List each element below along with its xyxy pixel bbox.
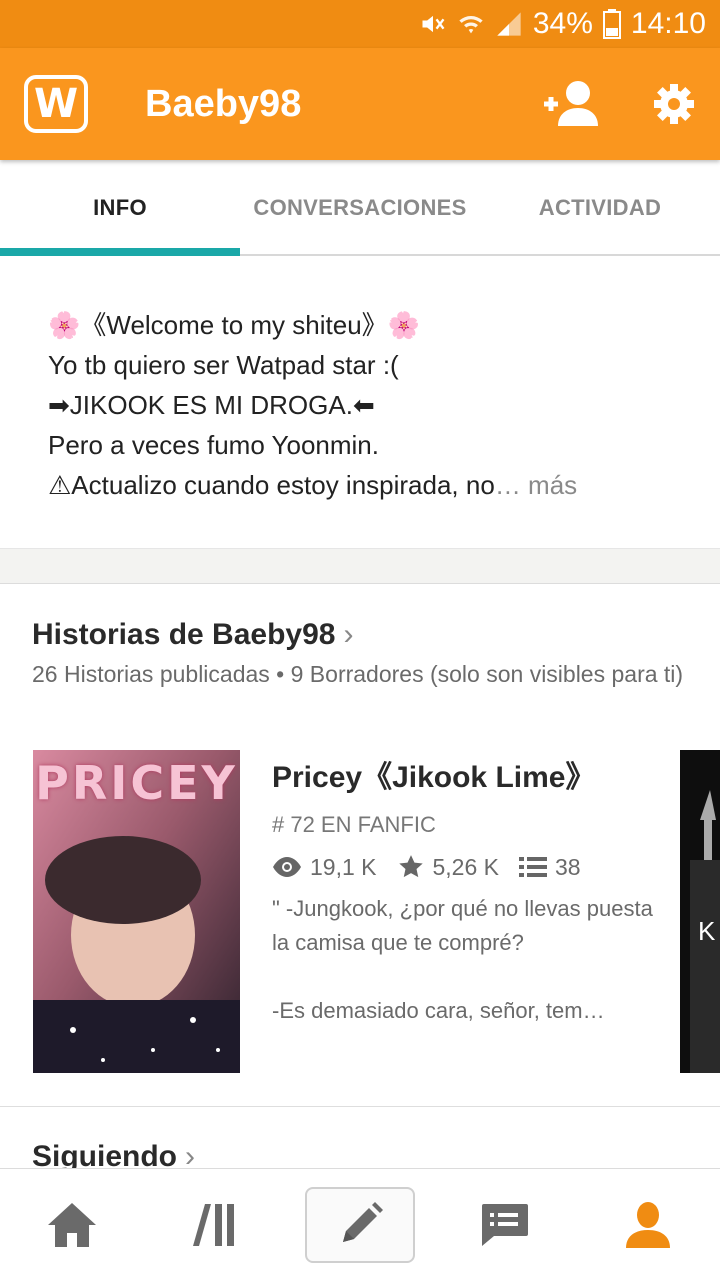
profile-tabs: INFO CONVERSACIONES ACTIVIDAD [0,160,720,256]
star-icon [398,855,423,878]
bio-line: Yo tb quiero ser Watpad star :( [48,350,399,380]
section-separator [0,548,720,584]
clock: 14:10 [630,7,706,40]
status-bar: 34% 14:10 [0,0,720,48]
write-icon [343,1202,383,1242]
story-description: " -Jungkook, ¿por qué no llevas puesta l… [272,896,653,1023]
nav-write[interactable] [305,1187,415,1263]
story-stats: 19,1 K 5,26 K 38 [272,850,601,884]
wifi-icon [459,16,483,34]
nav-profile[interactable] [576,1169,720,1281]
votes-stat: 5,26 K [397,854,499,881]
settings-icon[interactable] [646,78,702,130]
follow-user-icon[interactable] [544,78,600,130]
eye-icon [273,857,301,877]
bio-line: ➡JIKOOK ES MI DROGA.⬅ [48,390,375,420]
stories-section-title[interactable]: Historias de Baeby98 › [32,618,353,652]
wattpad-logo[interactable]: W [24,75,88,133]
nav-home[interactable] [0,1169,144,1281]
profile-icon [626,1202,670,1248]
library-icon [193,1204,234,1246]
tab-conversaciones[interactable]: CONVERSACIONES [240,160,480,256]
active-tab-indicator [0,248,240,256]
cover-title-text: PRICEY [35,756,238,810]
peek-artwork [680,750,720,1073]
bottom-navigation [0,1168,720,1280]
home-icon [48,1203,96,1247]
tab-info[interactable]: INFO [0,160,240,256]
story-rank: # 72 EN FANFIC [272,812,436,837]
peek-letter: K [698,916,716,946]
section-divider [0,1106,720,1107]
nav-library[interactable] [144,1169,288,1281]
bio-line-last: ⚠Actualizo cuando estoy inspirada, no… m… [48,470,578,500]
parts-list-icon [519,857,547,877]
parts-stat: 38 [519,854,581,881]
next-story-cover-peek[interactable]: K [680,750,720,1073]
signal-icon [497,12,521,36]
nav-messages[interactable] [432,1169,576,1281]
profile-username: Baeby98 [145,83,302,125]
story-title[interactable]: Pricey《Jikook Lime》 [272,752,595,796]
bio-line: Pero a veces fumo Yoonmin. [48,430,379,460]
battery-percent: 34% [532,7,593,40]
stories-subtitle: 26 Historias publicadas • 9 Borradores (… [32,661,684,687]
battery-icon [602,9,621,39]
profile-bio[interactable]: 🌸《Welcome to my shiteu》🌸 Yo tb quiero se… [48,305,688,505]
reads-stat: 19,1 K [272,854,377,881]
mute-icon [422,15,445,33]
tab-actividad[interactable]: ACTIVIDAD [480,160,720,256]
chevron-right-icon: › [343,618,354,651]
messages-icon [482,1204,528,1246]
app-bar: W Baeby98 [0,48,720,160]
story-cover[interactable]: PRICEY [33,750,240,1073]
bio-line: 🌸《Welcome to my shiteu》🌸 [48,310,421,340]
bio-more-link[interactable]: … más [495,470,577,500]
